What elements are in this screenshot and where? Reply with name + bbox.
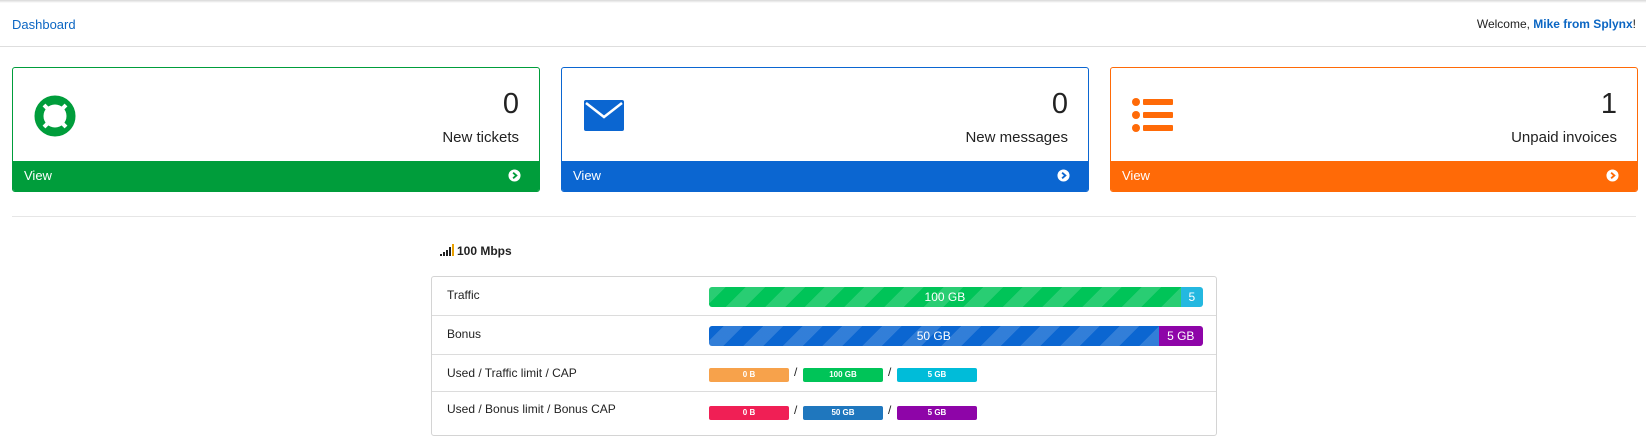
bonus-main-segment: 50 GB [709,326,1159,346]
separator: / [888,365,892,379]
invoices-card: 1 Unpaid invoices View [1110,67,1638,192]
tickets-view-label: View [24,168,52,183]
bonus-cap-segment: 5 GB [1158,326,1203,346]
traffic-limits-chips: 0 B / 100 GB / 5 GB [709,365,1009,382]
tickets-card: 0 New tickets View [12,67,540,192]
bonus-limits-chips: 0 B / 50 GB / 5 GB [709,403,1009,420]
welcome-prefix: Welcome, [1476,17,1534,31]
messages-view-button[interactable]: View [562,161,1088,191]
tickets-count: 0 [502,88,519,120]
bonus-label: Bonus [447,327,482,341]
welcome-suffix: ! [1632,17,1636,31]
arrow-circle-right-icon [1057,169,1070,182]
messages-count: 0 [1051,88,1068,120]
welcome-message: Welcome, Mike from Splynx! [1477,17,1636,31]
traffic-limit-chip: 100 GB [803,368,883,382]
traffic-used-chip: 0 B [709,368,789,382]
invoices-view-label: View [1122,168,1150,183]
messages-card: 0 New messages View [561,67,1089,192]
envelope-icon [584,100,624,131]
signal-icon [440,244,454,256]
breadcrumb-dashboard[interactable]: Dashboard [12,17,76,32]
plan-speed: 100 Mbps [440,244,512,258]
separator: / [794,365,798,379]
invoices-count: 1 [1600,88,1617,120]
traffic-limits-row: Used / Traffic limit / CAP 0 B / 100 GB … [432,355,1216,392]
user-name-link[interactable]: Mike from Splynx [1533,17,1632,31]
list-icon [1132,98,1173,132]
bonus-used-chip: 0 B [709,406,789,420]
traffic-label: Traffic [447,288,480,302]
tickets-label: New tickets [442,129,519,146]
separator: / [888,403,892,417]
page-header: Dashboard Welcome, Mike from Splynx! [0,0,1646,47]
usage-panel: Traffic 100 GB 5 Bonus 50 GB 5 GB Used /… [431,276,1217,436]
messages-view-label: View [573,168,601,183]
bonus-row: Bonus 50 GB 5 GB [432,316,1216,355]
traffic-main-segment: 100 GB [709,287,1181,307]
bonus-limits-label: Used / Bonus limit / Bonus CAP [447,402,616,416]
separator: / [794,403,798,417]
traffic-limits-label: Used / Traffic limit / CAP [447,366,577,380]
bonus-limits-row: Used / Bonus limit / Bonus CAP 0 B / 50 … [432,392,1216,435]
section-divider [12,216,1636,217]
traffic-progress-bar: 100 GB 5 [709,287,1203,307]
invoices-view-button[interactable]: View [1111,161,1637,191]
bonus-limit-chip: 50 GB [803,406,883,420]
arrow-circle-right-icon [1606,169,1619,182]
lifebuoy-icon [34,95,76,137]
tickets-view-button[interactable]: View [13,161,539,191]
traffic-cap-segment: 5 [1180,287,1203,307]
bonus-cap-chip: 5 GB [897,406,977,420]
invoices-label: Unpaid invoices [1511,129,1617,146]
arrow-circle-right-icon [508,169,521,182]
messages-label: New messages [965,129,1068,146]
plan-speed-value: 100 Mbps [457,244,512,258]
traffic-row: Traffic 100 GB 5 [432,277,1216,316]
bonus-progress-bar: 50 GB 5 GB [709,326,1203,346]
traffic-cap-chip: 5 GB [897,368,977,382]
